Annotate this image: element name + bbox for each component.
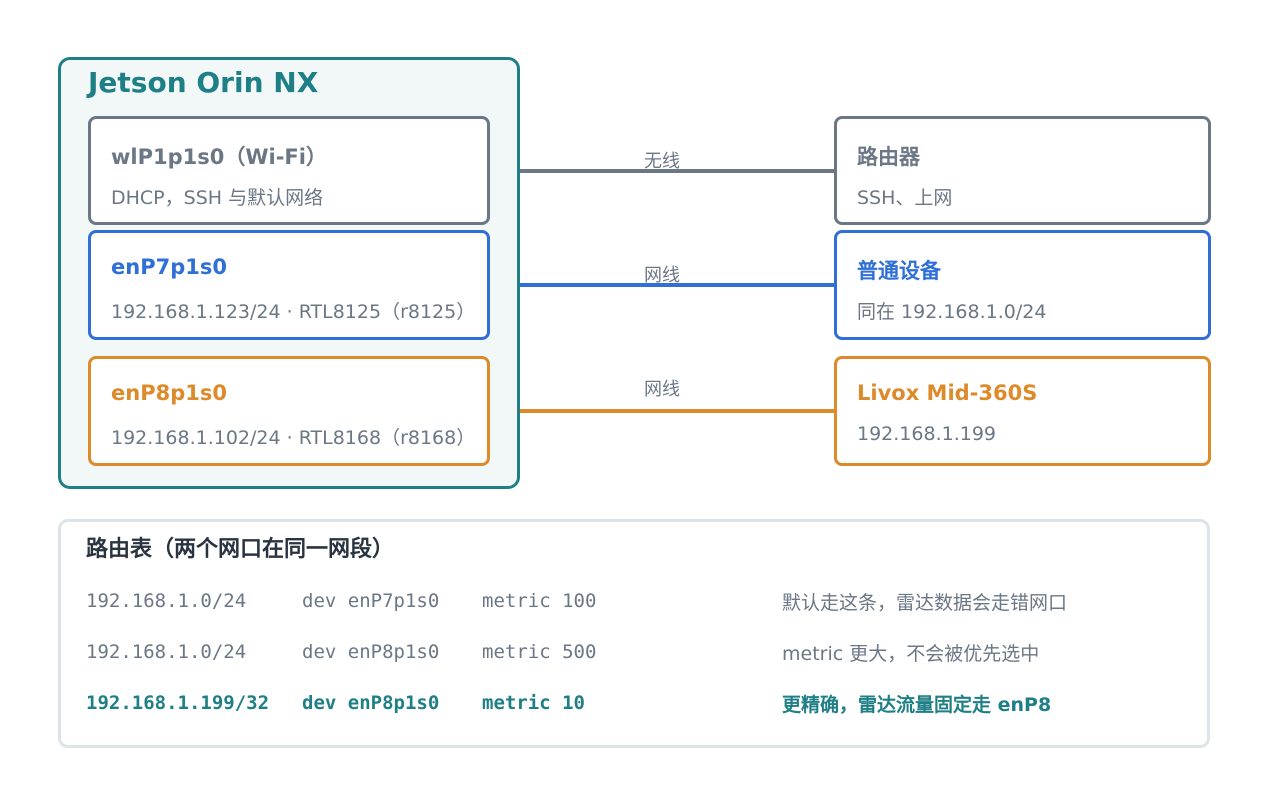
peer-livox-lidar: Livox Mid-360S 192.168.1.199 <box>834 356 1211 466</box>
peer-name: Livox Mid-360S <box>857 381 1038 405</box>
peer-router: 路由器 SSH、上网 <box>834 116 1211 225</box>
interface-detail: 192.168.1.102/24 · RTL8168（r8168） <box>111 427 476 449</box>
route-note: metric 更大，不会被优先选中 <box>782 643 1040 665</box>
interface-detail: 192.168.1.123/24 · RTL8125（r8125） <box>111 301 476 323</box>
route-dest: 192.168.1.0/24 <box>86 641 247 663</box>
peer-detail: 同在 192.168.1.0/24 <box>857 301 1047 323</box>
route-metric: metric 500 <box>482 641 597 663</box>
interface-wifi: wlP1p1s0（Wi-Fi） DHCP，SSH 与默认网络 <box>88 116 490 225</box>
peer-detail: 192.168.1.199 <box>857 423 997 445</box>
route-dest: 192.168.1.0/24 <box>86 590 247 612</box>
interface-enp8p1s0: enP8p1s0 192.168.1.102/24 · RTL8168（r816… <box>88 356 490 466</box>
interface-detail: DHCP，SSH 与默认网络 <box>111 187 324 209</box>
route-table-title: 路由表（两个网口在同一网段） <box>86 537 395 562</box>
peer-name: 路由器 <box>857 145 920 169</box>
route-metric: metric 10 <box>482 692 585 714</box>
interface-name: enP8p1s0 <box>111 381 227 405</box>
peer-common-device: 普通设备 同在 192.168.1.0/24 <box>834 230 1211 340</box>
route-dev: dev enP8p1s0 <box>302 641 440 663</box>
peer-name: 普通设备 <box>857 259 941 283</box>
interface-name: wlP1p1s0（Wi-Fi） <box>111 145 327 169</box>
route-dev: dev enP7p1s0 <box>302 590 440 612</box>
route-dest: 192.168.1.199/32 <box>86 692 270 714</box>
route-dev: dev enP8p1s0 <box>302 692 440 714</box>
route-metric: metric 100 <box>482 590 597 612</box>
link-label-enp7: 网线 <box>644 265 680 286</box>
route-note: 更精确，雷达流量固定走 enP8 <box>782 694 1052 716</box>
link-label-wifi: 无线 <box>644 151 680 172</box>
route-note: 默认走这条，雷达数据会走错网口 <box>782 592 1068 614</box>
interface-enp7p1s0: enP7p1s0 192.168.1.123/24 · RTL8125（r812… <box>88 230 490 340</box>
host-title: Jetson Orin NX <box>88 66 319 99</box>
link-label-enp8: 网线 <box>644 379 680 400</box>
peer-detail: SSH、上网 <box>857 187 953 209</box>
interface-name: enP7p1s0 <box>111 255 227 279</box>
